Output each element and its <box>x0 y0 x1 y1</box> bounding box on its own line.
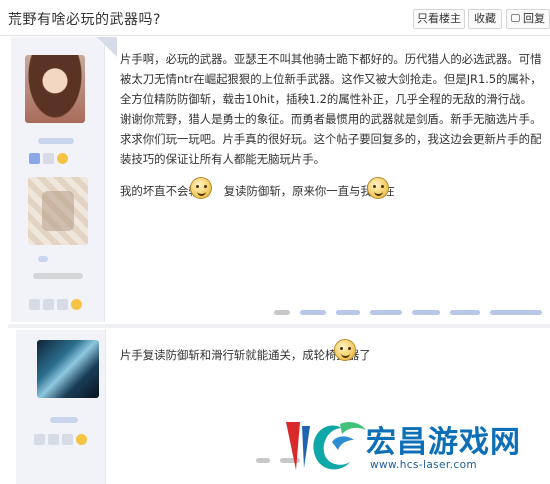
thread-title: 荒野有啥必玩的武器吗? <box>8 12 161 28</box>
post-content: 片手啊，必玩的武器。亚瑟王不叫其他骑士跪下都好的。历代猎人的必选武器。可惜被太刀… <box>120 52 542 166</box>
watermark-title: 宏昌游戏网 <box>366 425 521 460</box>
reply-icon <box>511 14 520 22</box>
thread-header: 荒野有啥必玩的武器吗? 只看楼主 收藏 回复 <box>0 0 550 36</box>
author-sidebar <box>16 330 106 484</box>
author-name[interactable] <box>50 417 78 423</box>
only-op-button[interactable]: 只看楼主 <box>413 9 465 29</box>
reply-label: 回复 <box>523 12 545 25</box>
author-badges <box>34 434 87 445</box>
author-name[interactable] <box>38 138 74 144</box>
emoticon-icon <box>190 177 212 199</box>
post-footer <box>274 310 542 320</box>
author-icons <box>29 299 82 310</box>
author-sidebar <box>11 37 117 322</box>
author-pendant-image <box>28 177 88 245</box>
reply-button[interactable]: 回复 <box>506 9 550 29</box>
op-corner-mark <box>97 37 117 57</box>
favorite-button[interactable]: 收藏 <box>468 9 502 29</box>
post-content: 片手复读防御斩和滑行斩就能通关，成轮椅武器了 <box>120 348 371 362</box>
post-first-floor: 片手啊，必玩的武器。亚瑟王不叫其他骑士跪下都好的。历代猎人的必选武器。可惜被太刀… <box>0 37 550 322</box>
floor-divider <box>8 324 550 328</box>
avatar[interactable] <box>37 340 99 398</box>
watermark-url: www.hcs-laser.com <box>370 459 478 471</box>
post-text-part-1: 我的坏直不会输 <box>120 184 200 198</box>
avatar[interactable] <box>25 55 85 123</box>
author-badges <box>29 153 68 164</box>
watermark-logo-icon <box>280 412 368 476</box>
emoticon-icon <box>367 177 389 199</box>
emoticon-icon <box>334 339 356 361</box>
level-badge <box>38 256 48 262</box>
author-title <box>33 273 83 279</box>
